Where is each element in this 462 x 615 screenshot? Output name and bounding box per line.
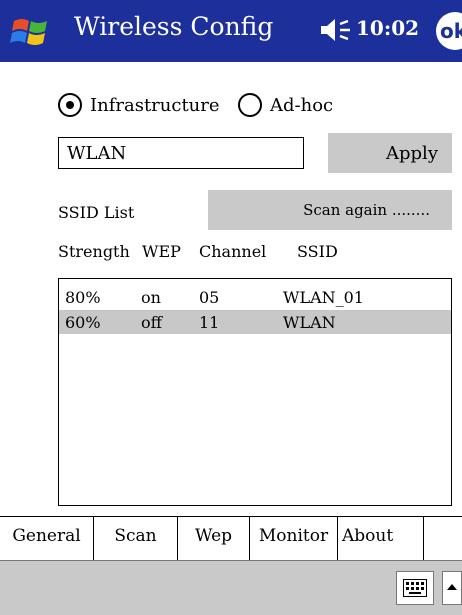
ssid-list[interactable]: 80% on 05 WLAN_01 60% off 11 WLAN (58, 278, 452, 506)
column-header-wep: WEP (142, 242, 181, 261)
title-bar: Wireless Config 10:02 ok (0, 0, 462, 62)
scan-again-button[interactable]: Scan again ........ (208, 190, 452, 230)
content-area: Infrastructure Ad-hoc Apply SSID List Sc… (0, 62, 462, 512)
cell-strength: 80% (65, 288, 101, 307)
cell-ssid: WLAN (283, 313, 336, 332)
cell-channel: 11 (199, 313, 220, 332)
ok-button[interactable]: ok (436, 12, 462, 50)
up-arrow-icon[interactable] (442, 571, 462, 605)
command-bar (0, 560, 462, 615)
cell-channel: 05 (199, 288, 220, 307)
radio-button-unchecked[interactable] (238, 93, 262, 117)
tab-about[interactable]: About (338, 517, 424, 560)
apply-button[interactable]: Apply (328, 133, 452, 173)
radio-adhoc[interactable]: Ad-hoc (238, 93, 333, 117)
radio-label-adhoc: Ad-hoc (270, 94, 334, 116)
radio-button-checked[interactable] (58, 93, 82, 117)
column-header-channel: Channel (199, 242, 267, 261)
windows-flag-icon[interactable] (10, 11, 52, 53)
cell-strength: 60% (65, 313, 101, 332)
ssid-input[interactable] (58, 137, 304, 169)
pocketpc-screen: Wireless Config 10:02 ok Infrastructure … (0, 0, 462, 615)
tab-monitor[interactable]: Monitor (250, 517, 338, 560)
column-header-ssid: SSID (297, 242, 338, 261)
clock[interactable]: 10:02 (356, 16, 419, 40)
radio-infrastructure[interactable]: Infrastructure (58, 93, 220, 117)
tab-scan[interactable]: Scan (94, 517, 178, 560)
cell-wep: off (141, 313, 162, 332)
cell-wep: on (141, 288, 161, 307)
keyboard-icon[interactable] (396, 571, 434, 605)
cell-ssid: WLAN_01 (283, 288, 364, 307)
radio-label-infrastructure: Infrastructure (90, 94, 220, 116)
tab-bar: General Scan Wep Monitor About (0, 516, 462, 560)
speaker-icon[interactable] (318, 16, 352, 44)
tab-wep[interactable]: Wep (178, 517, 250, 560)
tab-general[interactable]: General (0, 517, 94, 560)
ssid-list-label: SSID List (58, 203, 135, 222)
list-item-selected[interactable]: 60% off 11 WLAN (59, 310, 451, 334)
list-item[interactable]: 80% on 05 WLAN_01 (59, 285, 451, 309)
window-title: Wireless Config (74, 12, 274, 41)
column-header-strength: Strength (58, 242, 130, 261)
